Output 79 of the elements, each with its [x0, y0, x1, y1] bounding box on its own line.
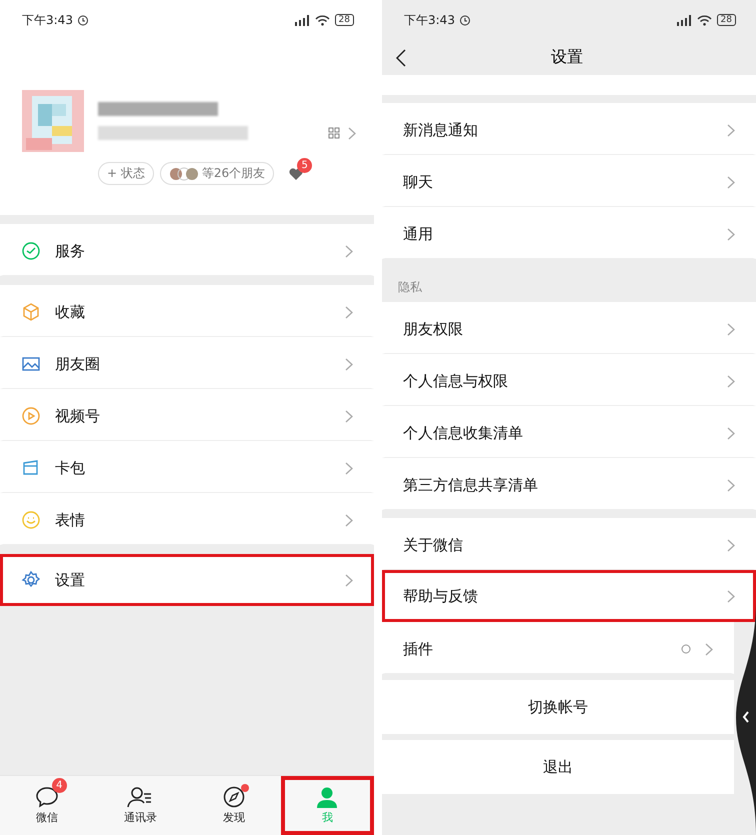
- signal-icon: [294, 14, 310, 26]
- settings-item[interactable]: 个人信息收集清单: [382, 406, 756, 458]
- menu-label: 表情: [55, 510, 86, 530]
- settings-item[interactable]: 个人信息与权限: [382, 354, 756, 406]
- settings-label: 帮助与反馈: [403, 586, 479, 606]
- settings-label: 插件: [403, 640, 434, 658]
- cube-icon: [21, 302, 41, 322]
- chevron-icon: [727, 228, 735, 240]
- battery-icon: 28: [334, 14, 354, 26]
- qr-code-icon: [328, 127, 340, 139]
- settings-item[interactable]: 朋友权限: [382, 302, 756, 354]
- alarm-icon: [76, 14, 89, 26]
- menu-label: 服务: [55, 242, 86, 260]
- chevron-icon: [727, 124, 735, 136]
- avatars-icon: [168, 166, 199, 180]
- settings-label: 朋友权限: [403, 320, 464, 338]
- settings-label: 关于微信: [403, 536, 464, 554]
- action-button[interactable]: 退出: [382, 740, 734, 794]
- settings-label: 新消息通知: [403, 120, 479, 140]
- compass-icon: [222, 786, 245, 808]
- unread-badge: 4: [52, 778, 67, 793]
- menu-label: 视频号: [55, 406, 101, 426]
- contacts-icon: [127, 786, 154, 808]
- menu-label: 朋友圈: [55, 354, 101, 374]
- chevron-icon: [345, 244, 353, 258]
- smiley-icon: [21, 510, 41, 530]
- chevron-icon: [705, 642, 713, 656]
- chevron-icon: [345, 514, 353, 526]
- action-button[interactable]: 切换帐号: [382, 680, 734, 734]
- play-icon: [21, 406, 41, 426]
- notification-badge: 5: [297, 158, 312, 172]
- battery-icon: 28: [716, 14, 736, 26]
- wifi-icon: [696, 14, 712, 26]
- chevron-icon: [727, 426, 735, 440]
- alarm-icon: [458, 14, 471, 26]
- chevron-icon: [727, 176, 735, 188]
- settings-item[interactable]: 通用: [382, 207, 756, 259]
- chevron-icon: [345, 574, 353, 586]
- settings-label: 第三方信息共享清单: [403, 476, 539, 494]
- person-icon: [316, 786, 338, 808]
- chevron-icon: [345, 306, 353, 318]
- tab-item[interactable]: 通讯录: [94, 776, 187, 835]
- section-header: 隐私: [397, 279, 423, 296]
- friends-chip[interactable]: 等26个朋友: [160, 162, 274, 185]
- menu-label: 收藏: [55, 302, 86, 322]
- tab-item[interactable]: 4 微信: [0, 776, 94, 835]
- menu-item[interactable]: 设置: [0, 554, 374, 606]
- settings-item[interactable]: 帮助与反馈: [382, 570, 756, 622]
- chevron-icon: [345, 358, 353, 370]
- page-title: 设置: [550, 47, 584, 68]
- menu-label: 卡包: [55, 458, 86, 478]
- settings-label: 个人信息收集清单: [403, 424, 524, 442]
- signal-icon: [676, 14, 692, 26]
- chevron-icon: [727, 322, 735, 336]
- settings-item[interactable]: 插件: [382, 622, 734, 674]
- chevron-icon: [345, 462, 353, 474]
- settings-label: 通用: [403, 224, 434, 244]
- settings-label: 个人信息与权限: [403, 372, 509, 390]
- chat-bubble-icon: [34, 786, 59, 808]
- settings-label: 聊天: [403, 172, 434, 192]
- settings-item[interactable]: 第三方信息共享清单: [382, 458, 756, 510]
- status-time: 下午3:43: [22, 12, 73, 28]
- settings-item[interactable]: 聊天: [382, 155, 756, 207]
- chevron-icon: [727, 538, 735, 552]
- settings-icon: [21, 570, 41, 590]
- chevron-icon: [345, 410, 353, 422]
- settings-item[interactable]: 关于微信: [382, 518, 756, 570]
- check-circle-icon: [21, 241, 41, 261]
- status-chip[interactable]: + 状态: [98, 162, 154, 185]
- status-time: 下午3:43: [404, 12, 455, 28]
- chevron-icon: [727, 590, 735, 602]
- chevron-icon: [727, 374, 735, 388]
- menu-label: 设置: [55, 570, 86, 590]
- chevron-icon: [727, 478, 735, 492]
- wifi-icon: [314, 14, 330, 26]
- chevron-icon: [348, 126, 356, 140]
- tab-item[interactable]: 发现: [187, 776, 280, 835]
- back-icon[interactable]: [396, 48, 406, 66]
- settings-item[interactable]: 新消息通知: [382, 103, 756, 155]
